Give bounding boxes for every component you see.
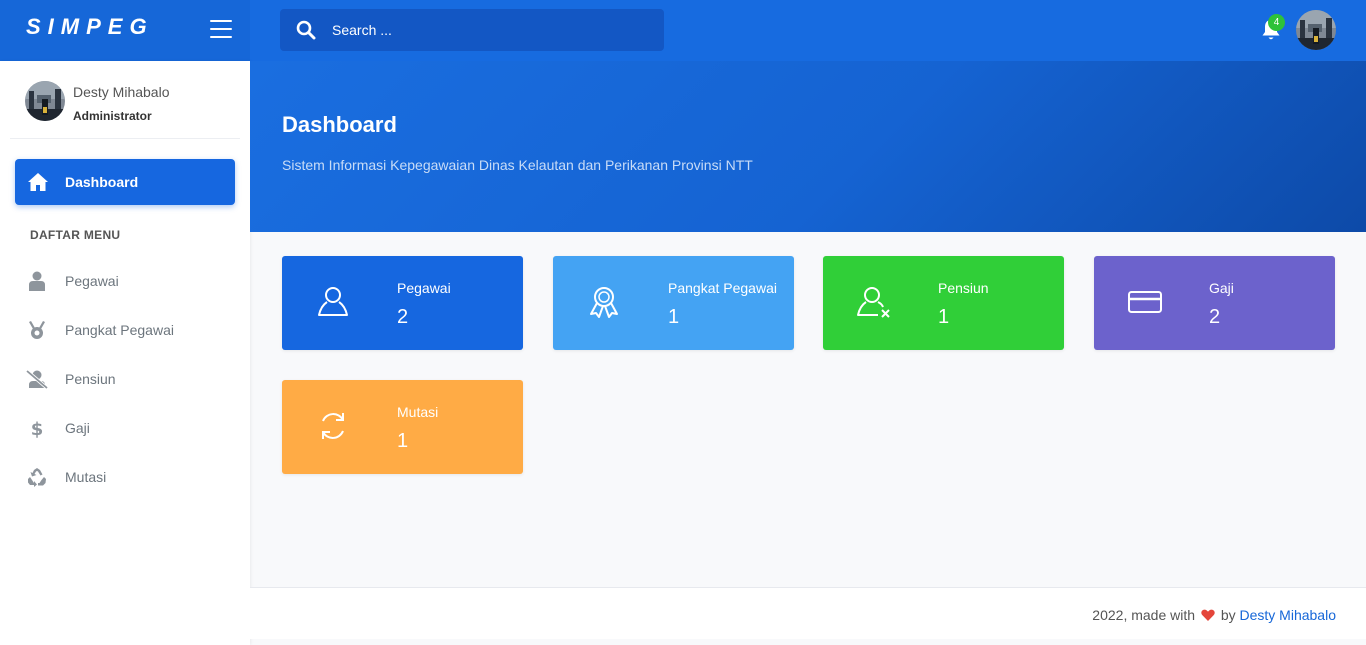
page-subtitle: Sistem Informasi Kepegawaian Dinas Kelau… — [282, 157, 753, 173]
footer-prefix: 2022, made with — [1092, 607, 1196, 623]
sidebar-item-mutasi[interactable]: Mutasi — [15, 457, 235, 497]
footer-text: 2022, made with by Desty Mihabalo — [1092, 607, 1336, 623]
search-box — [280, 9, 664, 51]
sidebar: Desty Mihabalo Administrator Dashboard D… — [0, 61, 250, 645]
sidebar-item-label: Pegawai — [65, 273, 119, 289]
heart-icon — [1201, 609, 1215, 621]
sidebar-item-label: Gaji — [65, 420, 90, 436]
card-label: Pegawai — [397, 280, 451, 296]
user-icon — [29, 271, 45, 291]
svg-text:$: $ — [31, 419, 44, 438]
user-x-icon — [857, 287, 890, 318]
footer-middle: by — [1220, 607, 1236, 623]
user-profile: Desty Mihabalo Administrator — [10, 61, 240, 139]
hamburger-menu-icon[interactable] — [210, 20, 232, 38]
footer: 2022, made with by Desty Mihabalo — [250, 587, 1366, 639]
page-title: Dashboard — [282, 112, 397, 137]
avatar[interactable] — [25, 81, 65, 121]
recycle-icon — [28, 468, 46, 487]
refresh-icon — [322, 413, 344, 439]
stat-card-pangkat-pegawai[interactable]: Pangkat Pegawai 1 — [553, 256, 794, 350]
sidebar-item-gaji[interactable]: $ Gaji — [15, 408, 235, 448]
footer-author-link[interactable]: Desty Mihabalo — [1240, 607, 1337, 623]
app-logo[interactable]: SIMPEG — [26, 14, 154, 40]
stat-card-mutasi[interactable]: Mutasi 1 — [282, 380, 523, 474]
card-label: Mutasi — [397, 404, 439, 420]
search-icon[interactable] — [296, 20, 316, 40]
stat-card-pensiun[interactable]: Pensiun 1 — [823, 256, 1064, 350]
sidebar-item-label: Dashboard — [65, 174, 139, 190]
notification-badge: 4 — [1268, 14, 1285, 31]
home-icon — [28, 173, 48, 191]
card-value: 2 — [397, 306, 409, 328]
card-value: 1 — [397, 430, 409, 452]
card-value: 2 — [1209, 306, 1221, 328]
avatar[interactable] — [1296, 10, 1336, 50]
credit-card-icon — [1128, 291, 1162, 313]
user-outline-icon — [318, 287, 348, 316]
card-label: Gaji — [1209, 280, 1234, 296]
user-role: Administrator — [73, 109, 152, 123]
user-slash-icon — [26, 369, 48, 389]
sidebar-item-pegawai[interactable]: Pegawai — [15, 261, 235, 301]
sidebar-item-dashboard[interactable]: Dashboard — [15, 159, 235, 205]
search-input[interactable] — [332, 22, 632, 38]
stat-card-pegawai[interactable]: Pegawai 2 — [282, 256, 523, 350]
user-name: Desty Mihabalo — [73, 84, 170, 100]
card-label: Pangkat Pegawai — [668, 280, 777, 296]
brand-bar: SIMPEG — [0, 0, 250, 61]
stat-card-gaji[interactable]: Gaji 2 — [1094, 256, 1335, 350]
page-header: Dashboard Sistem Informasi Kepegawaian D… — [250, 61, 1366, 232]
sidebar-item-label: Pensiun — [65, 371, 116, 387]
medal-icon — [29, 321, 45, 339]
sidebar-item-pensiun[interactable]: Pensiun — [15, 359, 235, 399]
award-icon — [590, 287, 618, 318]
sidebar-item-pangkat-pegawai[interactable]: Pangkat Pegawai — [15, 310, 235, 350]
sidebar-item-label: Mutasi — [65, 469, 107, 485]
card-value: 1 — [668, 306, 680, 328]
card-value: 1 — [938, 306, 950, 328]
menu-heading: DAFTAR MENU — [30, 228, 121, 242]
sidebar-item-label: Pangkat Pegawai — [65, 322, 174, 338]
top-navbar: 4 — [250, 0, 1366, 61]
card-label: Pensiun — [938, 280, 989, 296]
dollar-icon: $ — [31, 419, 44, 438]
